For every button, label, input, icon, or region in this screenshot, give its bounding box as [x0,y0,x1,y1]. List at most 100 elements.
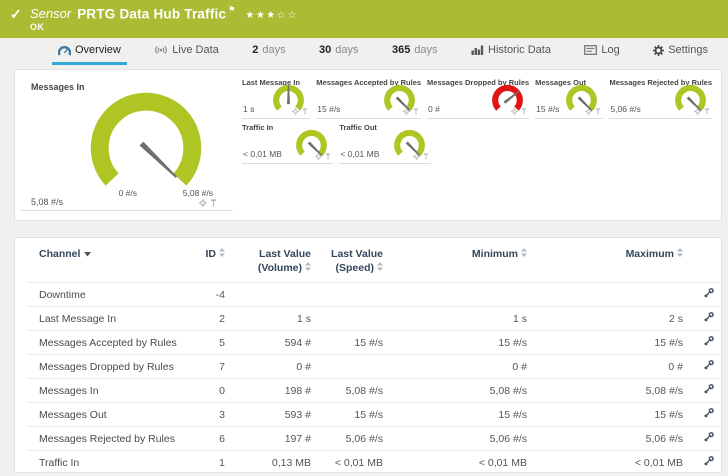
main-gauge-tile[interactable]: Messages In 0 #/s 5,08 #/s 5,08 #/s [21,76,233,211]
channel-settings-wrench-icon[interactable] [703,431,715,443]
gear-icon [653,45,664,56]
gauge-pin-icon[interactable] [413,108,419,115]
channel-name: Messages Accepted by Rules [27,331,177,355]
channel-maximum: 0 # [527,355,683,379]
gauge-settings-gear-icon[interactable] [585,108,592,115]
col-header-id[interactable]: ID [177,238,225,283]
main-gauge [87,89,205,190]
channel-minimum [383,283,527,307]
channel-settings-wrench-icon[interactable] [703,335,715,347]
tab-settings[interactable]: Settings [647,44,714,65]
gauge-pin-icon[interactable] [325,153,331,160]
channel-last-value-volume: 197 # [225,427,311,451]
main-gauge-ring [100,102,193,180]
small-gauge-tile[interactable]: Messages Accepted by Rules 15 #/s [316,76,421,119]
tab-unit: days [335,44,358,56]
tab-2-days[interactable]: 2 days [246,44,291,65]
table-header-row: Channel ID Last Value (Volume) Last Valu… [27,238,722,283]
channel-last-value-speed: 5,06 #/s [311,427,383,451]
small-gauge-tile[interactable]: Traffic Out < 0,01 MB [339,121,430,164]
tab-number: 365 [392,44,410,56]
channel-settings-wrench-icon[interactable] [703,383,715,395]
channel-id: 6 [177,427,225,451]
col-header-maximum[interactable]: Maximum [527,238,683,283]
channel-name: Last Message In [27,307,177,331]
tab-live-data[interactable]: Live Data [148,44,224,65]
channel-table: Channel ID Last Value (Volume) Last Valu… [27,238,722,473]
channel-minimum: 5,08 #/s [383,379,527,403]
channel-maximum: < 0,01 MB [527,451,683,473]
channel-settings-wrench-icon[interactable] [703,455,715,467]
channel-settings-wrench-icon[interactable] [703,311,715,323]
channel-name: Messages Rejected by Rules [27,427,177,451]
gauge-settings-gear-icon[interactable] [403,108,410,115]
gauge-pin-icon[interactable] [210,199,217,207]
sensor-title: PRTG Data Hub Traffic [77,6,226,21]
channel-name: Messages In [27,379,177,403]
gauge-current-value: 5,08 #/s [31,197,63,207]
channel-minimum: < 0,01 MB [383,451,527,473]
sensor-header: ✓ SensorPRTG Data Hub Traffic⚑★★★☆☆ OK [0,0,728,38]
small-gauge-tile[interactable]: Messages Out 15 #/s [535,76,603,119]
tab-label: Live Data [172,44,218,56]
tab-historic-data[interactable]: Historic Data [465,44,557,65]
log-icon [584,45,597,55]
tab-30-days[interactable]: 30 days [313,44,365,65]
table-row[interactable]: Messages Rejected by Rules 6 197 # 5,06 … [27,427,722,451]
channel-id: 7 [177,355,225,379]
table-row[interactable]: Messages Accepted by Rules 5 594 # 15 #/… [27,331,722,355]
channel-name: Traffic In [27,451,177,473]
channel-last-value-speed: 15 #/s [311,403,383,427]
tab-365-days[interactable]: 365 days [386,44,444,65]
gauge-settings-gear-icon[interactable] [199,199,207,207]
priority-stars[interactable]: ★★★☆☆ [245,10,297,21]
gauge-current-value: 0 # [428,104,440,114]
col-header-minimum[interactable]: Minimum [383,238,527,283]
channel-minimum: 5,06 #/s [383,427,527,451]
gauge-settings-gear-icon[interactable] [511,108,518,115]
gauge-settings-gear-icon[interactable] [292,108,299,115]
tab-number: 2 [252,44,258,56]
table-row[interactable]: Last Message In 2 1 s 1 s 2 s [27,307,722,331]
small-gauge-tile[interactable]: Messages Dropped by Rules 0 # [427,76,529,119]
table-row[interactable]: Messages In 0 198 # 5,08 #/s 5,08 #/s 5,… [27,379,722,403]
gauge-pin-icon[interactable] [704,108,710,115]
table-row[interactable]: Traffic In 1 0,13 MB < 0,01 MB < 0,01 MB… [27,451,722,473]
channel-last-value-speed [311,283,383,307]
channel-settings-wrench-icon[interactable] [703,359,715,371]
channel-last-value-speed: 5,08 #/s [311,379,383,403]
flag-icon[interactable]: ⚑ [228,5,235,14]
channel-settings-wrench-icon[interactable] [703,407,715,419]
gauge-pin-icon[interactable] [521,108,527,115]
small-gauge-tile[interactable]: Last Message In 1 s [242,76,310,119]
tab-label: Historic Data [488,44,551,56]
channel-last-value-volume: 1 s [225,307,311,331]
small-gauge-tile[interactable]: Messages Rejected by Rules 5,06 #/s [609,76,712,119]
bar-chart-icon [471,45,484,55]
gauge-settings-gear-icon[interactable] [315,153,322,160]
col-header-last-value-volume[interactable]: Last Value (Volume) [225,238,311,283]
table-row[interactable]: Messages Dropped by Rules 7 0 # 0 # 0 # [27,355,722,379]
col-header-last-value-speed[interactable]: Last Value (Speed) [311,238,383,283]
small-gauges-area: Last Message In 1 s Messages Accepted by… [239,76,715,214]
tab-log[interactable]: Log [578,44,625,65]
gauge-settings-gear-icon[interactable] [413,153,420,160]
table-row[interactable]: Messages Out 3 593 # 15 #/s 15 #/s 15 #/… [27,403,722,427]
channel-last-value-volume [225,283,311,307]
gauge-settings-gear-icon[interactable] [694,108,701,115]
channel-last-value-speed [311,355,383,379]
caret-down-icon [84,248,91,262]
channel-id: -4 [177,283,225,307]
channel-settings-wrench-icon[interactable] [703,287,715,299]
gauge-pin-icon[interactable] [302,108,308,115]
gauge-pin-icon[interactable] [423,153,429,160]
gauge-pin-icon[interactable] [595,108,601,115]
small-gauge-tile[interactable]: Traffic In < 0,01 MB [242,121,333,164]
channel-maximum: 15 #/s [527,403,683,427]
channel-id: 2 [177,307,225,331]
channel-id: 3 [177,403,225,427]
table-row[interactable]: Downtime -4 [27,283,722,307]
col-header-channel[interactable]: Channel [27,238,177,283]
tab-overview[interactable]: Overview [52,44,127,65]
channel-last-value-speed: 15 #/s [311,331,383,355]
